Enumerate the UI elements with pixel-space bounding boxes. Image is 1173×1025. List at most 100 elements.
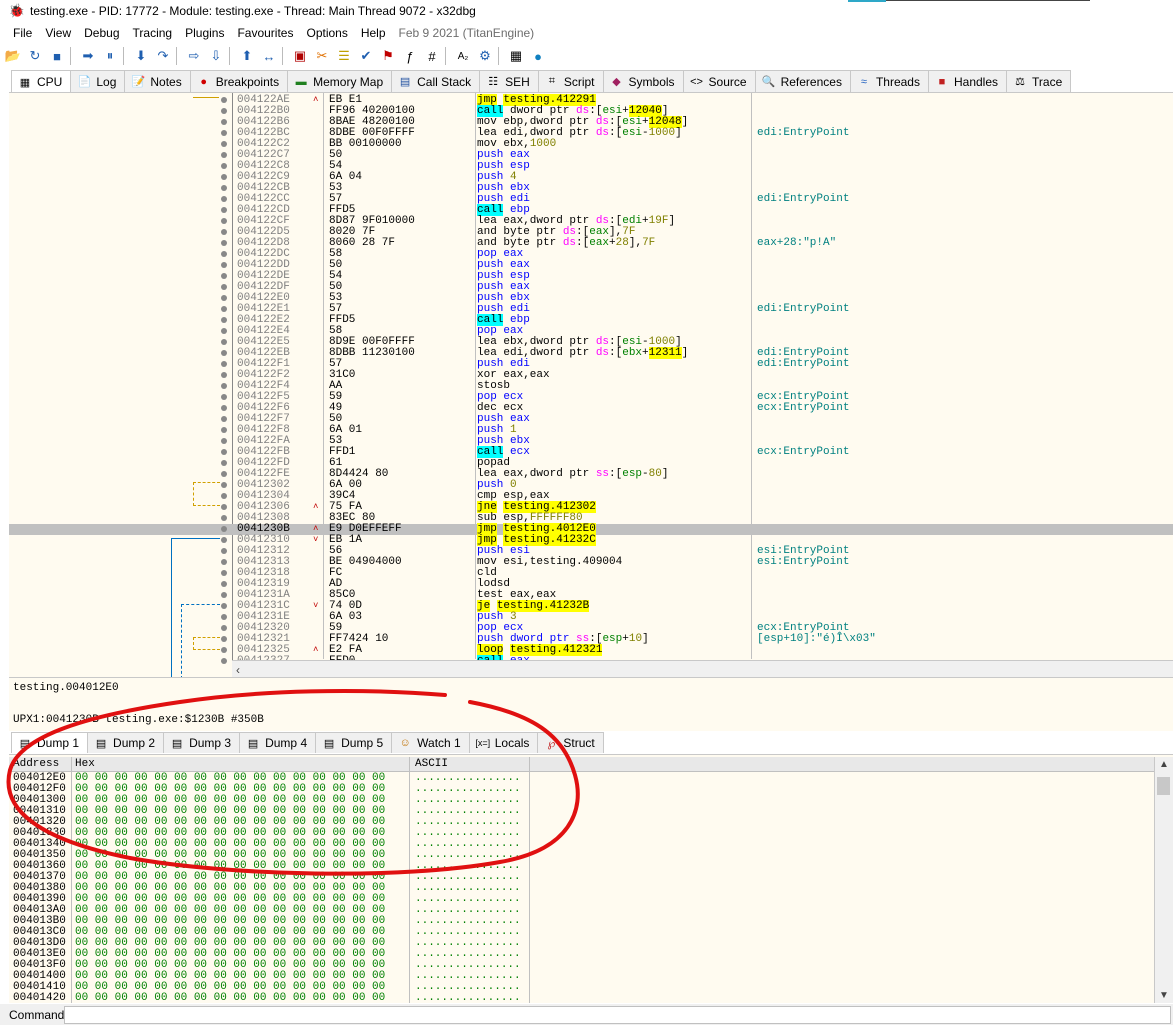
font-icon[interactable]: A₂ bbox=[454, 47, 472, 65]
tab-cpu[interactable]: ▦ CPU bbox=[11, 70, 72, 93]
tab-notes[interactable]: 📝 Notes bbox=[124, 70, 191, 92]
breakpoint-dot-icon[interactable] bbox=[221, 427, 227, 433]
menu-file[interactable]: File bbox=[13, 26, 32, 40]
breakpoint-dot-icon[interactable] bbox=[221, 493, 227, 499]
open-icon[interactable]: 📂 bbox=[4, 47, 22, 65]
breakpoint-dot-icon[interactable] bbox=[221, 625, 227, 631]
label-icon[interactable]: ✔ bbox=[357, 47, 375, 65]
menu-options[interactable]: Options bbox=[306, 26, 347, 40]
disasm-row[interactable]: 004122C2 BB 00100000 mov ebx,1000 bbox=[9, 139, 1173, 150]
breakpoint-dot-icon[interactable] bbox=[221, 537, 227, 543]
tab-references[interactable]: 🔍 References bbox=[754, 70, 851, 92]
breakpoint-dot-icon[interactable] bbox=[221, 449, 227, 455]
tab-handles[interactable]: ■ Handles bbox=[927, 70, 1008, 92]
breakpoint-dot-icon[interactable] bbox=[221, 262, 227, 268]
breakpoint-dot-icon[interactable] bbox=[221, 394, 227, 400]
header-address[interactable]: Address bbox=[13, 758, 59, 770]
breakpoint-dot-icon[interactable] bbox=[221, 581, 227, 587]
breakpoint-dot-icon[interactable] bbox=[221, 460, 227, 466]
breakpoint-dot-icon[interactable] bbox=[221, 218, 227, 224]
tab-trace[interactable]: ⚖ Trace bbox=[1006, 70, 1072, 92]
breakpoint-dot-icon[interactable] bbox=[221, 240, 227, 246]
trace-into-icon[interactable]: ⇨ bbox=[185, 47, 203, 65]
menu-help[interactable]: Help bbox=[361, 26, 386, 40]
breakpoint-dot-icon[interactable] bbox=[221, 306, 227, 312]
scroll-down-icon[interactable]: ▼ bbox=[1159, 990, 1169, 1001]
scroll-left-icon[interactable]: ‹ bbox=[236, 663, 240, 677]
disasm-row[interactable]: 004122BC 8DBE 00F0FFFF lea edi,dword ptr d… bbox=[9, 128, 1173, 139]
command-input[interactable] bbox=[64, 1006, 1171, 1024]
breakpoint-dot-icon[interactable] bbox=[221, 592, 227, 598]
tab-script[interactable]: ⌗ Script bbox=[537, 70, 604, 92]
disasm-row[interactable]: 00412306 ˄ 75 FA jne testing.412302 bbox=[9, 501, 1173, 513]
breakpoint-dot-icon[interactable] bbox=[221, 284, 227, 290]
disasm-row[interactable]: 00412313 BE 04904000 mov esi,testing.40900… bbox=[9, 557, 1173, 568]
tab-source[interactable]: <> Source bbox=[682, 70, 756, 92]
breakpoint-dot-icon[interactable] bbox=[221, 603, 227, 609]
breakpoint-dot-icon[interactable] bbox=[221, 548, 227, 554]
tab-dump-4[interactable]: ▤ Dump 4 bbox=[239, 732, 317, 753]
breakpoint-dot-icon[interactable] bbox=[221, 504, 227, 510]
breakpoint-dot-icon[interactable] bbox=[221, 482, 227, 488]
disasm-row[interactable]: 004122C9 6A 04 push 4 bbox=[9, 172, 1173, 183]
disasm-row[interactable]: 004122D8 8060 28 7F and byte ptr ds:[eax+2… bbox=[9, 238, 1173, 249]
disasm-row[interactable]: 004122C8 54 push esp bbox=[9, 161, 1173, 172]
tab-symbols[interactable]: ◆ Symbols bbox=[602, 70, 684, 92]
comment-icon[interactable]: ☰ bbox=[335, 47, 353, 65]
breakpoint-dot-icon[interactable] bbox=[221, 273, 227, 279]
breakpoint-dot-icon[interactable] bbox=[221, 339, 227, 345]
breakpoint-dot-icon[interactable] bbox=[221, 108, 227, 114]
breakpoint-dot-icon[interactable] bbox=[221, 570, 227, 576]
scroll-up-icon[interactable]: ▲ bbox=[1159, 759, 1169, 770]
menu-tracing[interactable]: Tracing bbox=[133, 26, 173, 40]
scroll-thumb[interactable] bbox=[1157, 777, 1170, 795]
breakpoint-dot-icon[interactable] bbox=[221, 416, 227, 422]
breakpoint-dot-icon[interactable] bbox=[221, 141, 227, 147]
breakpoint-dot-icon[interactable] bbox=[221, 174, 227, 180]
tab-dump-1[interactable]: ▤ Dump 1 bbox=[11, 732, 89, 753]
disasm-row[interactable]: 0041231E 6A 03 push 3 bbox=[9, 612, 1173, 623]
breakpoint-dot-icon[interactable] bbox=[221, 251, 227, 257]
calculator-icon[interactable]: ▦ bbox=[507, 47, 525, 65]
disasm-row[interactable]: 004122F2 31C0 xor eax,eax bbox=[9, 370, 1173, 381]
disasm-row[interactable]: 004122DC 58 pop eax bbox=[9, 249, 1173, 260]
menu-plugins[interactable]: Plugins bbox=[185, 26, 224, 40]
tab-dump-2[interactable]: ▤ Dump 2 bbox=[87, 732, 165, 753]
breakpoint-dot-icon[interactable] bbox=[221, 361, 227, 367]
breakpoint-dot-icon[interactable] bbox=[221, 526, 227, 532]
disasm-row[interactable]: 00412302 6A 00 push 0 bbox=[9, 480, 1173, 491]
scylla-icon[interactable]: ▣ bbox=[291, 47, 309, 65]
breakpoint-dot-icon[interactable] bbox=[221, 328, 227, 334]
breakpoint-dot-icon[interactable] bbox=[221, 658, 227, 664]
breakpoint-dot-icon[interactable] bbox=[221, 317, 227, 323]
menu-favourites[interactable]: Favourites bbox=[237, 26, 293, 40]
disasm-row[interactable]: 004122FE 8D4424 80 lea eax,dword ptr ss:[e… bbox=[9, 469, 1173, 480]
breakpoint-dot-icon[interactable] bbox=[221, 119, 227, 125]
disasm-row[interactable]: 004122CC 57 push edi edi:EntryPoint bbox=[9, 194, 1173, 205]
step-over-icon[interactable]: ↷ bbox=[154, 47, 172, 65]
disasm-row[interactable]: 0041231C ˅ 74 0D je testing.41232B bbox=[9, 600, 1173, 612]
run-icon[interactable]: ➡ bbox=[79, 47, 97, 65]
tab-watch-1[interactable]: ☺ Watch 1 bbox=[391, 732, 470, 753]
tab-call-stack[interactable]: ▤ Call Stack bbox=[391, 70, 481, 92]
preferences-icon[interactable]: ⚙ bbox=[476, 47, 494, 65]
disasm-row[interactable]: 004122E1 57 push edi edi:EntryPoint bbox=[9, 304, 1173, 315]
disasm-row[interactable]: 004122FB FFD1 call ecx ecx:EntryPoint bbox=[9, 446, 1173, 458]
execute-till-return-icon[interactable]: ⬆ bbox=[238, 47, 256, 65]
stop-icon[interactable]: ■ bbox=[48, 47, 66, 65]
step-into-icon[interactable]: ⬇ bbox=[132, 47, 150, 65]
header-hex[interactable]: Hex bbox=[75, 758, 95, 770]
tab-seh[interactable]: ☷ SEH bbox=[479, 70, 539, 92]
function-icon[interactable]: ƒ bbox=[401, 47, 419, 65]
horizontal-scrollbar[interactable]: ‹ bbox=[232, 660, 1173, 677]
breakpoint-dot-icon[interactable] bbox=[221, 405, 227, 411]
breakpoint-dot-icon[interactable] bbox=[221, 350, 227, 356]
dump-view[interactable]: Address Hex ASCII 004012E0 00 00 00 00 00… bbox=[9, 754, 1173, 1003]
dump-row[interactable]: 00401420 00 00 00 00 00 00 00 00 00 00 00… bbox=[9, 993, 1149, 1004]
breakpoint-dot-icon[interactable] bbox=[221, 152, 227, 158]
tab-breakpoints[interactable]: ● Breakpoints bbox=[189, 70, 289, 92]
disasm-row[interactable]: 004122F6 49 dec ecx ecx:EntryPoint bbox=[9, 403, 1173, 414]
disasm-row[interactable]: 004122DF 50 push eax bbox=[9, 282, 1173, 293]
breakpoint-dot-icon[interactable] bbox=[221, 207, 227, 213]
header-ascii[interactable]: ASCII bbox=[415, 758, 448, 770]
